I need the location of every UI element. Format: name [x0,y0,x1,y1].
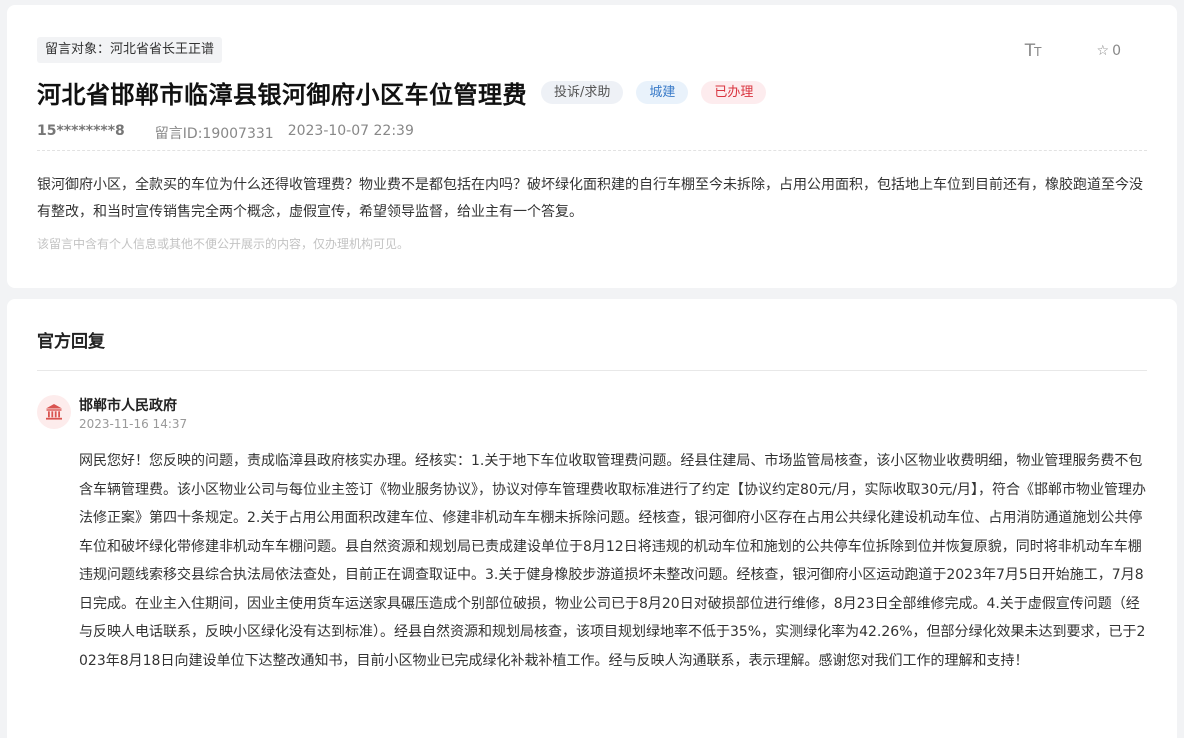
message-content: 银河御府小区，全款买的车位为什么还得收管理费？物业费不是都包括在内吗？破坏绿化面… [37,177,1143,220]
message-id: 留言ID:19007331 [154,126,274,142]
reply-heading: 官方回复 [37,332,105,352]
favorite-count: 0 [1112,43,1121,59]
reply-content: 网民您好！您反映的问题，责成临漳县政府核实办理。经核实：1.关于地下车位收取管理… [79,453,1147,669]
type-badge: 投诉/求助 [541,81,624,104]
divider [37,150,1147,151]
message-title: 河北省邯郸市临漳县银河御府小区车位管理费 [37,81,527,109]
reply-card: 官方回复 邯郸市人民政府 2023-11-16 14:37 网民您好！您反映的问… [7,299,1177,738]
message-meta: 15********8 留言ID:19007331 2023-10-07 22:… [37,123,414,143]
star-icon: ☆ [1096,43,1110,59]
divider [37,370,1147,371]
message-target-tag: 留言对象：河北省省长王正谱 [37,37,223,63]
category-badge: 城建 [636,81,689,104]
reply-datetime: 2023-11-16 14:37 [79,417,188,431]
favorite-button[interactable]: ☆ 0 [1097,43,1121,59]
message-card: 留言对象：河北省省长王正谱 TT ☆ 0 河北省邯郸市临漳县银河御府小区车位管理费… [7,5,1177,288]
font-size-icon[interactable]: TT [1025,41,1042,61]
reply-department: 邯郸市人民政府 [79,398,177,414]
user-name: 15********8 [37,123,125,139]
toolbar: TT ☆ 0 [1025,41,1121,61]
status-badge: 已办理 [701,81,767,104]
government-avatar [37,395,71,429]
title-row: 河北省邯郸市临漳县银河御府小区车位管理费 投诉/求助 城建 已办理 [37,75,767,110]
message-datetime: 2023-10-07 22:39 [287,123,414,139]
privacy-notice: 该留言中含有个人信息或其他不便公开展示的内容，仅办理机构可见。 [37,237,410,251]
government-building-icon [46,404,62,420]
